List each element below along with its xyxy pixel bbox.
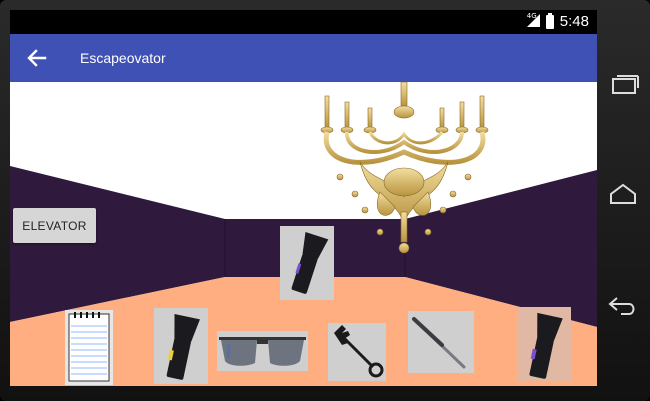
key-icon <box>334 325 384 378</box>
flashlight-item[interactable] <box>280 226 334 300</box>
battery-icon <box>545 12 554 29</box>
clock: 5:48 <box>559 13 589 30</box>
key-item[interactable] <box>328 323 386 381</box>
app-bar: Escapeovator <box>10 34 597 82</box>
flashlight-icon <box>166 313 200 380</box>
device-screen: 4G 5:48 Escapeovator ELEVATOR <box>10 10 597 386</box>
flashlight-icon <box>529 312 563 379</box>
notepad-item[interactable] <box>65 310 113 385</box>
sunglasses-item[interactable] <box>217 331 308 371</box>
status-bar: 4G 5:48 <box>10 10 597 34</box>
app-title: Escapeovator <box>80 50 166 66</box>
recents-icon[interactable] <box>603 66 643 106</box>
lockpick-item[interactable] <box>408 311 474 373</box>
flashlight-item[interactable] <box>154 308 208 384</box>
notepad-icon <box>68 312 110 382</box>
lockpick-icon <box>412 317 466 369</box>
arrow-left-icon[interactable] <box>24 45 50 71</box>
sunglasses-icon <box>219 337 306 366</box>
navigation-bar <box>597 0 650 401</box>
network-type-label: 4G <box>526 12 537 20</box>
room-scene: ELEVATOR <box>10 82 597 386</box>
back-icon[interactable] <box>603 286 643 326</box>
flashlight-item[interactable] <box>517 307 571 382</box>
flashlight-icon <box>291 232 329 294</box>
network-indicator: 4G <box>526 12 540 29</box>
home-icon[interactable] <box>603 176 643 216</box>
elevator-button[interactable]: ELEVATOR <box>13 208 96 243</box>
device-frame: 4G 5:48 Escapeovator ELEVATOR <box>0 0 650 401</box>
